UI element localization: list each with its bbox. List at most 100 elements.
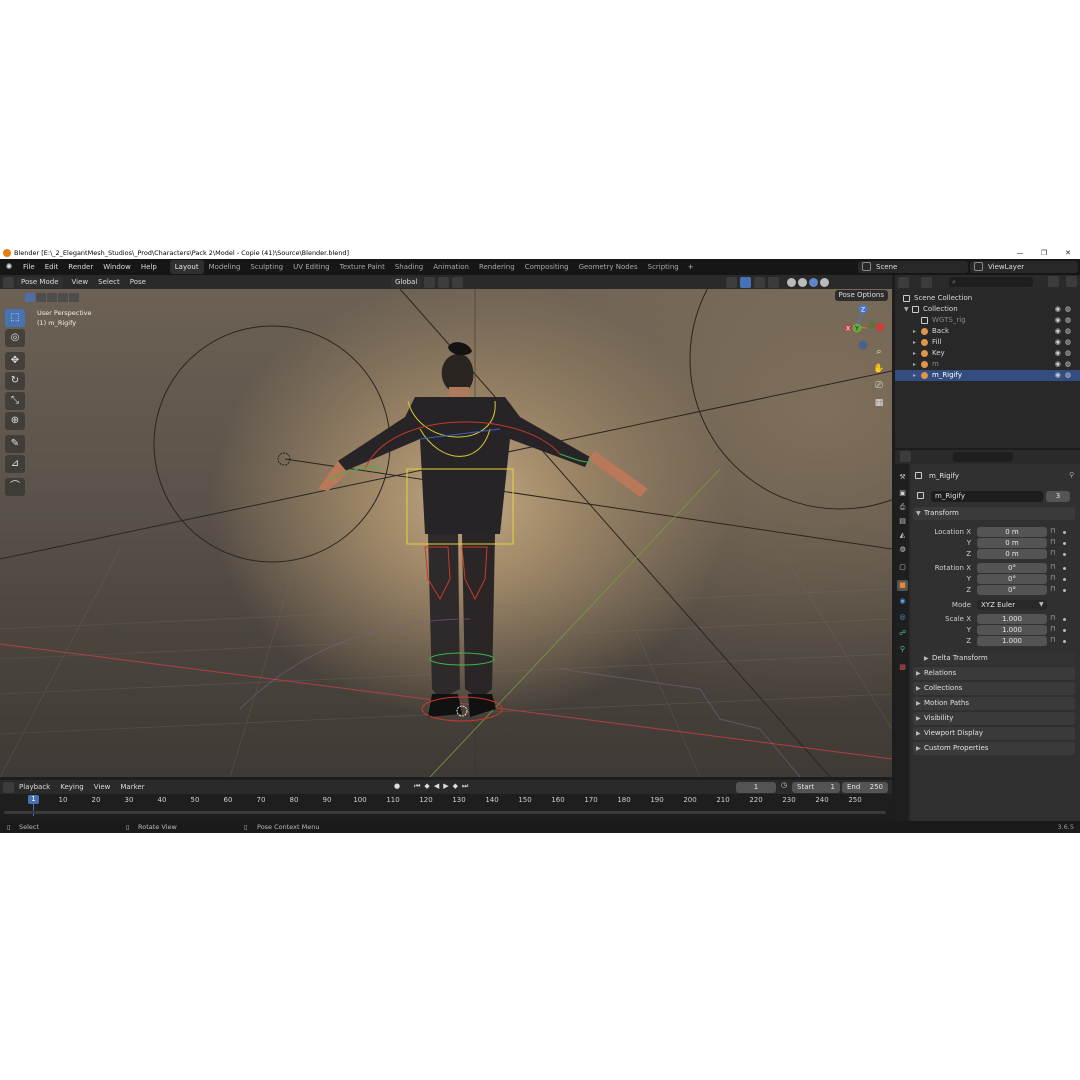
outliner-row[interactable]: WGTS_rig ◉◍ [895, 315, 1080, 326]
prev-keyframe-icon[interactable]: ◆ [424, 782, 429, 791]
navigation-gizmo[interactable]: Z Y X [840, 301, 890, 351]
tab-layout[interactable]: Layout [169, 260, 204, 274]
scale-x-keyframe-icon[interactable] [1063, 618, 1066, 621]
visibility-toggle-icon[interactable]: ◉◍ [1055, 359, 1075, 370]
pin-icon[interactable]: ⚲ [1069, 471, 1074, 479]
current-frame-field[interactable]: 1 [736, 781, 776, 793]
menu-pose[interactable]: Pose [125, 275, 151, 289]
outliner-row[interactable]: ▸ Fill ◉◍ [895, 337, 1080, 348]
scale-y-field[interactable]: 1.000 [977, 625, 1047, 635]
location-x-keyframe-icon[interactable] [1063, 531, 1066, 534]
rendered-shading-icon[interactable] [820, 277, 830, 287]
collections-panel[interactable]: ▶ Collections [913, 682, 1075, 695]
scale-y-lock-icon[interactable]: ⊓ [1050, 625, 1058, 634]
mode-dropdown[interactable]: Pose Mode [17, 276, 63, 288]
location-z-keyframe-icon[interactable] [1063, 553, 1066, 556]
visibility-toggle-icon[interactable]: ◉◍ [1055, 315, 1075, 326]
menu-help[interactable]: Help [136, 259, 162, 275]
expand-arrow-icon[interactable]: ▸ [913, 359, 916, 370]
timeline-ruler[interactable]: 1 10 20 30 40 50 60 70 80 90 100 110 120 130 140 150 16… [0, 794, 892, 816]
location-x-lock-icon[interactable]: ⊓ [1050, 527, 1058, 536]
rotation-x-lock-icon[interactable]: ⊓ [1050, 563, 1058, 572]
play-icon[interactable]: ▶ [443, 782, 448, 791]
expand-arrow-icon[interactable]: ▸ [913, 337, 916, 348]
properties-editor-icon[interactable] [900, 451, 911, 462]
tab-compositing[interactable]: Compositing [520, 260, 574, 274]
physics-tab-icon[interactable]: ◎ [897, 612, 908, 623]
texture-tab-icon[interactable]: ▩ [897, 662, 908, 673]
properties-search[interactable] [953, 452, 1013, 462]
scale-tool-icon[interactable]: ⤡ [5, 392, 25, 410]
select-new-icon[interactable] [25, 293, 35, 302]
playhead[interactable]: 1 [28, 795, 39, 804]
outliner-row[interactable]: ▸ Key ◉◍ [895, 348, 1080, 359]
pivot-point-icon[interactable] [424, 276, 436, 288]
rotate-tool-icon[interactable]: ↻ [5, 372, 25, 390]
rotation-x-field[interactable]: 0° [977, 563, 1047, 573]
tab-geometry-nodes[interactable]: Geometry Nodes [574, 260, 643, 274]
scene-selector[interactable]: Scene [858, 261, 968, 273]
rotation-z-field[interactable]: 0° [977, 585, 1047, 595]
start-frame-field[interactable]: Start 1 [792, 781, 840, 793]
location-z-field[interactable]: 0 m [977, 549, 1047, 559]
tab-scripting[interactable]: Scripting [643, 260, 684, 274]
outliner-search[interactable]: ⌕ [949, 277, 1033, 287]
move-tool-icon[interactable]: ✥ [5, 352, 25, 370]
location-y-keyframe-icon[interactable] [1063, 542, 1066, 545]
viewport-display-panel[interactable]: ▶ Viewport Display [913, 727, 1075, 740]
filter-icon[interactable] [1048, 276, 1059, 287]
rotation-y-lock-icon[interactable]: ⊓ [1050, 574, 1058, 583]
rotation-z-lock-icon[interactable]: ⊓ [1050, 585, 1058, 594]
tab-sculpting[interactable]: Sculpting [245, 260, 288, 274]
material-preview-icon[interactable] [809, 277, 819, 287]
next-keyframe-icon[interactable]: ◆ [453, 782, 458, 791]
minimize-button[interactable]: — [1008, 247, 1032, 259]
relations-panel[interactable]: ▶ Relations [913, 667, 1075, 680]
transform-tool-icon[interactable]: ⊕ [5, 412, 25, 430]
scene-tab-icon[interactable]: ◭ [897, 530, 908, 541]
scale-x-field[interactable]: 1.000 [977, 614, 1047, 624]
scale-y-keyframe-icon[interactable] [1063, 629, 1066, 632]
wireframe-shading-icon[interactable] [787, 277, 797, 287]
cursor-tool-icon[interactable]: ◎ [5, 329, 25, 347]
location-y-field[interactable]: 0 m [977, 538, 1047, 548]
play-reverse-icon[interactable]: ◀ [434, 782, 439, 791]
menu-window[interactable]: Window [98, 259, 136, 275]
outliner-editor-icon[interactable] [898, 276, 909, 288]
visibility-toggle-icon[interactable]: ◉◍ [1055, 370, 1075, 381]
menu-render[interactable]: Render [63, 259, 98, 275]
tab-uv-editing[interactable]: UV Editing [288, 260, 335, 274]
scale-z-lock-icon[interactable]: ⊓ [1050, 636, 1058, 645]
scale-x-lock-icon[interactable]: ⊓ [1050, 614, 1058, 623]
annotate-tool-icon[interactable]: ✎ [5, 435, 25, 453]
blender-menu-icon[interactable]: ✺ [4, 262, 14, 272]
snap-icon[interactable] [438, 276, 450, 288]
proportional-edit-icon[interactable] [452, 276, 464, 288]
zoom-icon[interactable]: ⌕ [872, 345, 886, 359]
select-subtract-icon[interactable] [47, 293, 57, 302]
menu-marker[interactable]: Marker [115, 780, 149, 794]
tab-animation[interactable]: Animation [428, 260, 474, 274]
menu-timeline-view[interactable]: View [89, 780, 116, 794]
location-x-field[interactable]: 0 m [977, 527, 1047, 537]
view-layer-tab-icon[interactable]: ▤ [897, 516, 908, 527]
armature-data-tab-icon[interactable]: ⚲ [897, 644, 908, 655]
jump-start-icon[interactable]: ⏮ [414, 782, 420, 791]
measure-tool-icon[interactable]: ⊿ [5, 455, 25, 473]
location-z-lock-icon[interactable]: ⊓ [1050, 549, 1058, 558]
tab-modeling[interactable]: Modeling [204, 260, 246, 274]
pose-options-dropdown[interactable]: Pose Options [834, 290, 888, 301]
outliner-row[interactable]: ▸ m ◉◍ [895, 359, 1080, 370]
expand-arrow-icon[interactable]: ▸ [913, 370, 916, 381]
expand-arrow-icon[interactable]: ▸ [913, 348, 916, 359]
constraints-tab-icon[interactable]: ☍ [897, 628, 908, 639]
maximize-button[interactable]: ❐ [1032, 247, 1056, 259]
object-datablock-icon[interactable] [917, 492, 924, 499]
scale-z-keyframe-icon[interactable] [1063, 640, 1066, 643]
tab-rendering[interactable]: Rendering [474, 260, 520, 274]
xray-icon[interactable] [768, 276, 780, 288]
motion-paths-panel[interactable]: ▶ Motion Paths [913, 697, 1075, 710]
custom-properties-panel[interactable]: ▶ Custom Properties [913, 742, 1075, 755]
render-tab-icon[interactable]: ▣ [897, 488, 908, 499]
visibility-toggle-icon[interactable]: ◉◍ [1055, 326, 1075, 337]
